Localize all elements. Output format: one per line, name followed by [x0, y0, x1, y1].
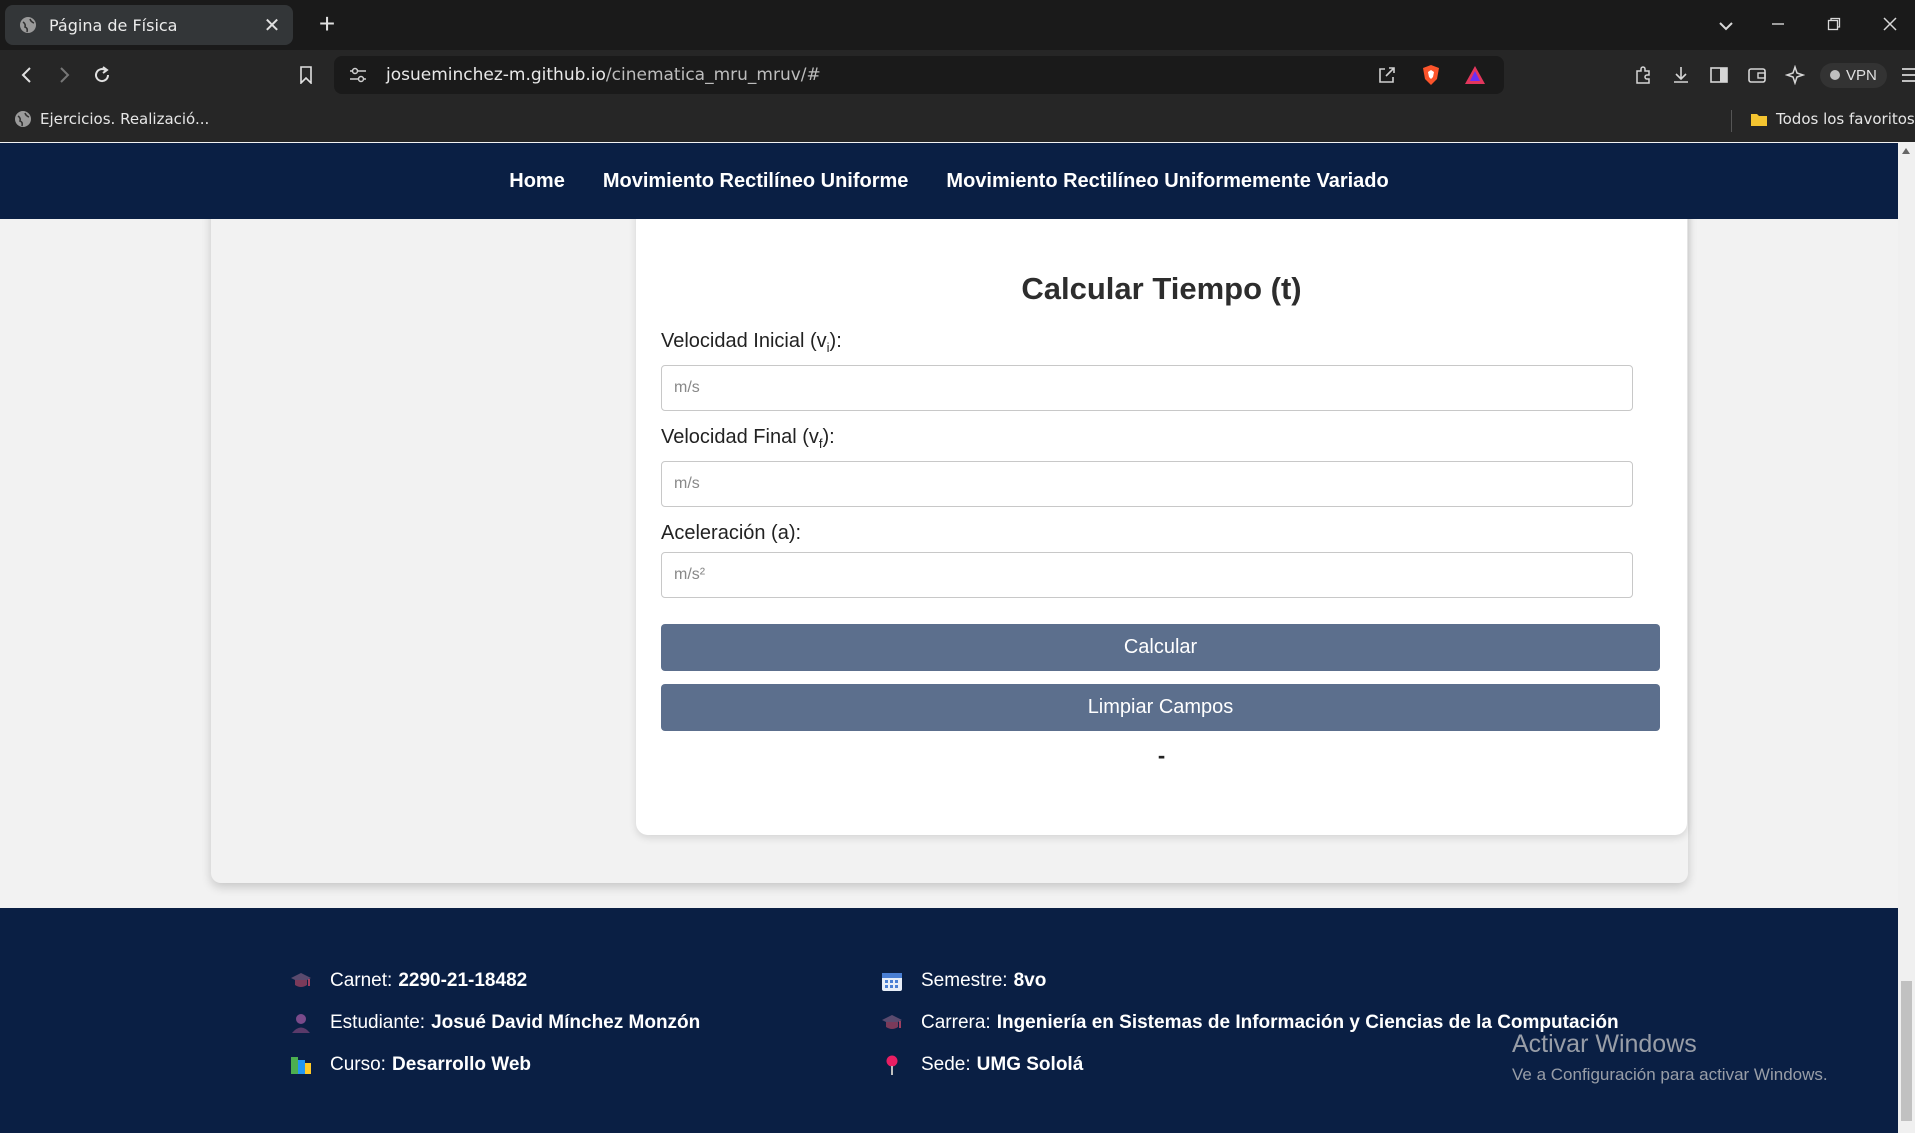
footer-label: Curso: [330, 1054, 386, 1075]
new-tab-button[interactable]: + [312, 9, 342, 39]
folder-icon [1750, 111, 1768, 127]
footer-value: Josué David Mínchez Monzón [431, 1012, 701, 1033]
url-text[interactable]: josueminchez-m.github.io/cinematica_mru_… [386, 65, 1372, 85]
bookmarks-bar: Ejercicios. Realizació... Todos los favo… [0, 100, 1915, 142]
vpn-button[interactable]: VPN [1820, 62, 1887, 88]
leo-ai-icon[interactable] [1780, 60, 1810, 90]
scroll-up-arrow-icon[interactable] [1902, 148, 1910, 154]
windows-activation-watermark: Activar Windows Ve a Configuración para … [1512, 1030, 1828, 1085]
share-icon[interactable] [1372, 60, 1402, 90]
reload-icon[interactable] [85, 58, 119, 92]
final-velocity-input[interactable] [661, 461, 1633, 507]
scrollbar-thumb[interactable] [1901, 981, 1912, 1121]
clear-fields-button[interactable]: Limpiar Campos [661, 684, 1660, 731]
footer-label: Carnet: [330, 970, 393, 991]
person-icon [290, 1012, 312, 1034]
window-close-icon[interactable] [1870, 8, 1910, 42]
site-settings-icon[interactable] [346, 63, 370, 87]
footer-value: 2290-21-18482 [398, 970, 528, 991]
final-velocity-label: Velocidad Final (vf): [661, 426, 835, 451]
download-icon[interactable] [1666, 60, 1696, 90]
footer-curso: Curso: Desarrollo Web [290, 1054, 531, 1076]
all-bookmarks-folder[interactable]: Todos los favoritos [1750, 110, 1915, 128]
forward-icon[interactable] [47, 58, 81, 92]
wallet-icon[interactable] [1742, 60, 1772, 90]
graduation-cap-icon [290, 970, 312, 992]
tab-title: Página de Física [49, 15, 178, 35]
footer-carnet: Carnet: 2290-21-18482 [290, 970, 527, 992]
graduation-cap-icon [881, 1012, 903, 1034]
books-icon [290, 1054, 312, 1076]
sidebar-icon[interactable] [1704, 60, 1734, 90]
footer-label: Estudiante: [330, 1012, 426, 1033]
brave-shields-icon[interactable] [1416, 60, 1446, 90]
initial-velocity-input[interactable] [661, 365, 1633, 411]
footer-value: Desarrollo Web [391, 1054, 531, 1075]
bookmark-label: Todos los favoritos [1776, 110, 1915, 128]
map-pin-icon [881, 1054, 903, 1076]
toolbar-right-actions: VPN [1620, 60, 1915, 90]
initial-velocity-label: Velocidad Inicial (vi): [661, 330, 842, 355]
minimize-icon[interactable] [1758, 8, 1798, 42]
tab-list-chevron-icon[interactable] [1706, 8, 1746, 42]
footer-value: 8vo [1013, 970, 1047, 991]
footer-value: UMG Sololá [976, 1054, 1084, 1075]
footer-carrera: Carrera: Ingeniería en Sistemas de Infor… [881, 1012, 1619, 1034]
nav-mruv[interactable]: Movimiento Rectilíneo Uniformemente Vari… [946, 170, 1388, 193]
bookmark-icon[interactable] [289, 58, 323, 92]
label-text: Velocidad Inicial (v [661, 330, 827, 352]
site-navbar: Home Movimiento Rectilíneo Uniforme Movi… [0, 143, 1898, 219]
tab-close-icon[interactable]: ✕ [263, 13, 281, 38]
footer-label: Semestre: [921, 970, 1008, 991]
calculate-button[interactable]: Calcular [661, 624, 1660, 671]
watermark-title: Activar Windows [1512, 1030, 1697, 1058]
acceleration-input[interactable] [661, 552, 1633, 598]
vpn-status-icon [1830, 70, 1840, 80]
footer-estudiante: Estudiante: Josué David Mínchez Monzón [290, 1012, 700, 1034]
label-suffix: ): [829, 330, 842, 352]
globe-icon [19, 16, 37, 34]
back-icon[interactable] [10, 58, 44, 92]
acceleration-label: Aceleración (a): [661, 522, 801, 545]
extensions-icon[interactable] [1628, 60, 1658, 90]
bookmark-item[interactable]: Ejercicios. Realizació... [14, 110, 209, 128]
menu-icon[interactable] [1895, 60, 1915, 90]
label-text: Aceleración (a): [661, 522, 802, 544]
nav-home[interactable]: Home [509, 170, 565, 193]
calendar-icon [881, 970, 903, 992]
globe-icon [14, 110, 32, 128]
bookmark-separator [1731, 110, 1732, 132]
result-output: - [1157, 743, 1166, 768]
calculator-card: - Calcular Tiempo (t) Velocidad Inicial … [636, 143, 1687, 835]
vpn-label: VPN [1846, 66, 1877, 84]
nav-mru[interactable]: Movimiento Rectilíneo Uniforme [603, 170, 909, 193]
footer-semestre: Semestre: 8vo [881, 970, 1046, 992]
url-host: josueminchez-m.github.io [386, 65, 606, 85]
address-bar[interactable]: josueminchez-m.github.io/cinematica_mru_… [334, 56, 1504, 94]
label-suffix: ): [822, 426, 835, 448]
restore-icon[interactable] [1814, 8, 1854, 42]
footer-label: Carrera: [921, 1012, 991, 1033]
page-viewport: - Calcular Tiempo (t) Velocidad Inicial … [0, 143, 1898, 1133]
bookmark-label: Ejercicios. Realizació... [40, 110, 210, 128]
site-footer: Carnet: 2290-21-18482 Estudiante: Josué … [0, 908, 1898, 1133]
brave-rewards-icon[interactable] [1460, 60, 1490, 90]
browser-tab-strip: Página de Física ✕ + [0, 0, 1915, 50]
label-text: Velocidad Final (v [661, 426, 819, 448]
calculator-title: Calcular Tiempo (t) [1021, 271, 1302, 306]
footer-sede: Sede: UMG Sololá [881, 1054, 1083, 1076]
page-scrollbar[interactable] [1898, 143, 1915, 1133]
watermark-subtitle: Ve a Configuración para activar Windows. [1512, 1065, 1828, 1084]
content-container: - Calcular Tiempo (t) Velocidad Inicial … [211, 143, 1688, 883]
browser-tab[interactable]: Página de Física ✕ [5, 5, 293, 45]
footer-label: Sede: [921, 1054, 971, 1075]
url-path: /cinematica_mru_mruv/# [605, 65, 821, 85]
